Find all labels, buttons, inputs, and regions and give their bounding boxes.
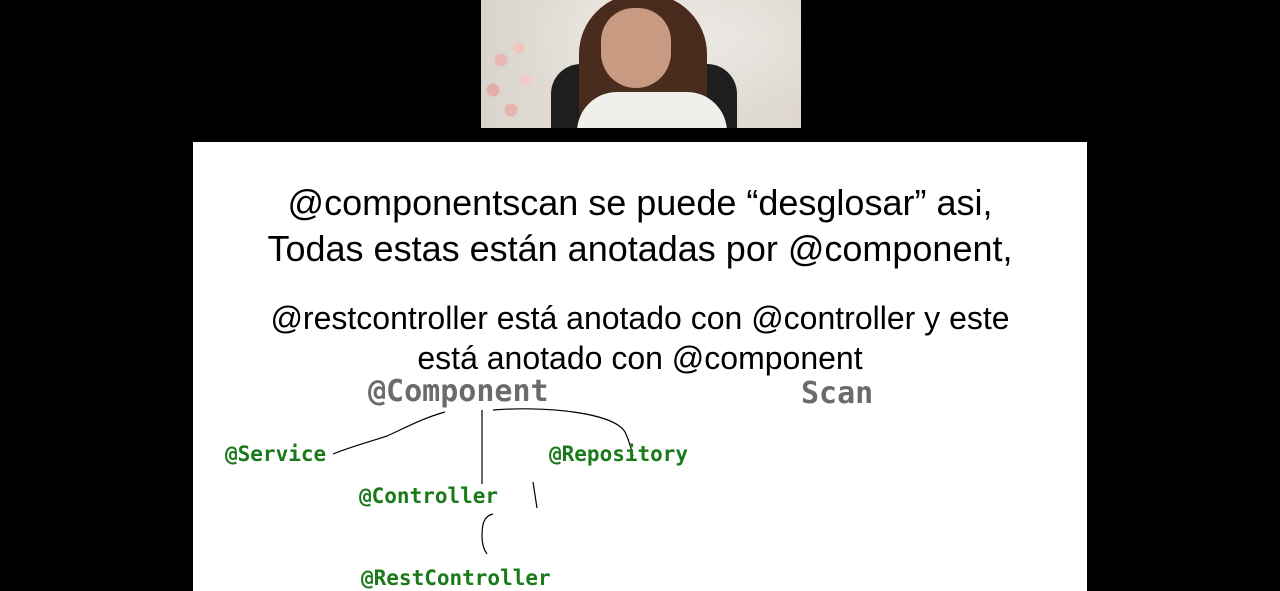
diagram-node-restcontroller: @RestController bbox=[361, 566, 551, 590]
hand-drawn-annotations bbox=[332, 408, 634, 555]
presentation-slide: @componentscan se puede “desglosar” asi,… bbox=[193, 142, 1087, 591]
presenter-face bbox=[601, 8, 671, 88]
screen: @componentscan se puede “desglosar” asi,… bbox=[0, 0, 1280, 591]
diagram-node-repository: @Repository bbox=[549, 442, 689, 466]
webcam-plant bbox=[481, 30, 551, 128]
presenter-webcam-tile bbox=[481, 0, 801, 128]
diagram-node-controller: @Controller bbox=[359, 484, 499, 508]
line-to-restcontroller bbox=[481, 513, 494, 555]
diagram-root-scan: Scan bbox=[801, 376, 874, 411]
diagram-node-service: @Service bbox=[225, 442, 327, 466]
presenter-shirt bbox=[577, 92, 727, 128]
line-to-service bbox=[332, 411, 446, 455]
stray-mark-controller bbox=[532, 481, 538, 509]
diagram-root-component: @Component bbox=[368, 374, 549, 409]
